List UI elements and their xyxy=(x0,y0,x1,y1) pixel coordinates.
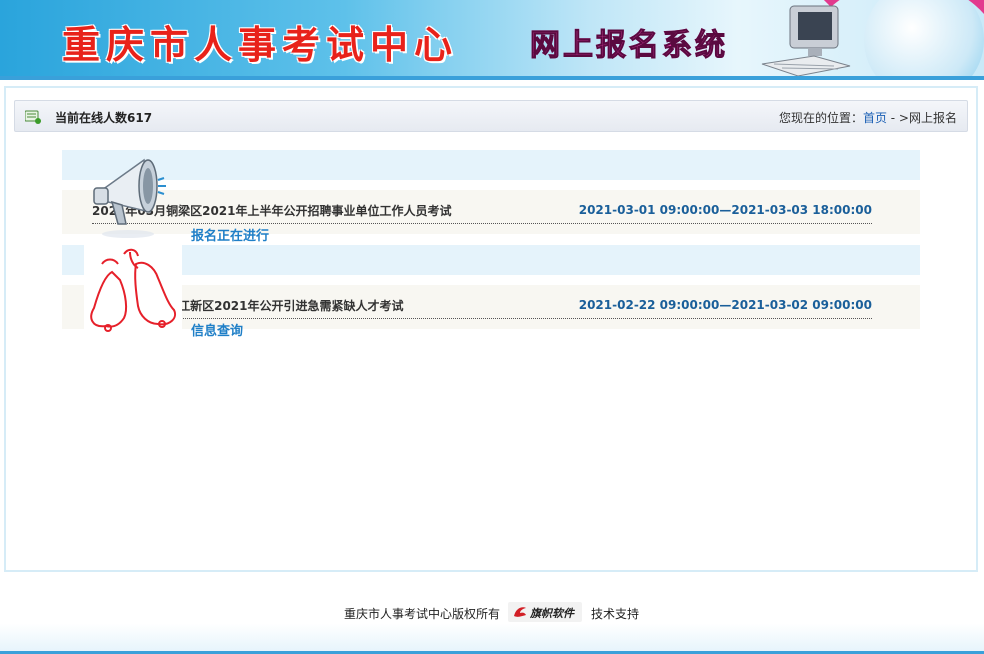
breadcrumb-current: 网上报名 xyxy=(908,111,957,125)
qizhi-logo[interactable]: 旗帜软件 xyxy=(508,602,582,622)
exam-status-link[interactable]: 信息查询 xyxy=(191,320,243,339)
dotted-divider xyxy=(92,223,872,224)
exam-header-strip xyxy=(62,150,920,180)
site-title: 重庆市人事考试中心 xyxy=(62,22,459,67)
qizhi-logo-icon xyxy=(514,607,526,617)
exam-time-range: 2021-02-22 09:00:00—2021-03-02 09:00:00 xyxy=(578,298,872,312)
megaphone-icon xyxy=(93,158,166,238)
banner-divider xyxy=(0,76,984,80)
footer: 重庆市人事考试中心版权所有 旗帜软件 技术支持 xyxy=(0,578,984,654)
exam-time-range: 2021-03-01 09:00:00—2021-03-03 18:00:00 xyxy=(578,203,872,217)
users-online-icon xyxy=(25,110,41,124)
footer-support: 技术支持 xyxy=(591,607,640,621)
online-count: 当前在线人数617 xyxy=(55,111,153,125)
breadcrumb-home-link[interactable]: 首页 xyxy=(863,111,887,125)
footer-copyright: 重庆市人事考试中心版权所有 xyxy=(344,607,501,621)
breadcrumb-prefix: 您现在的位置： xyxy=(778,111,863,125)
breadcrumb-separator: - > xyxy=(886,111,909,125)
dotted-divider xyxy=(92,318,872,319)
status-bar: 当前在线人数617 您现在的位置：首页 - >网上报名 xyxy=(14,100,968,132)
breadcrumb: 您现在的位置：首页 - >网上报名 xyxy=(779,109,957,126)
bells-icon xyxy=(90,248,176,332)
header-banner: 重庆市人事考试中心 网上报名系统 xyxy=(0,0,984,78)
qizhi-logo-text: 旗帜软件 xyxy=(530,607,574,620)
system-title: 网上报名系统 xyxy=(530,20,728,64)
exam-header-strip xyxy=(62,245,920,275)
exam-status-link[interactable]: 报名正在进行 xyxy=(191,225,269,244)
computer-icon xyxy=(761,5,851,77)
